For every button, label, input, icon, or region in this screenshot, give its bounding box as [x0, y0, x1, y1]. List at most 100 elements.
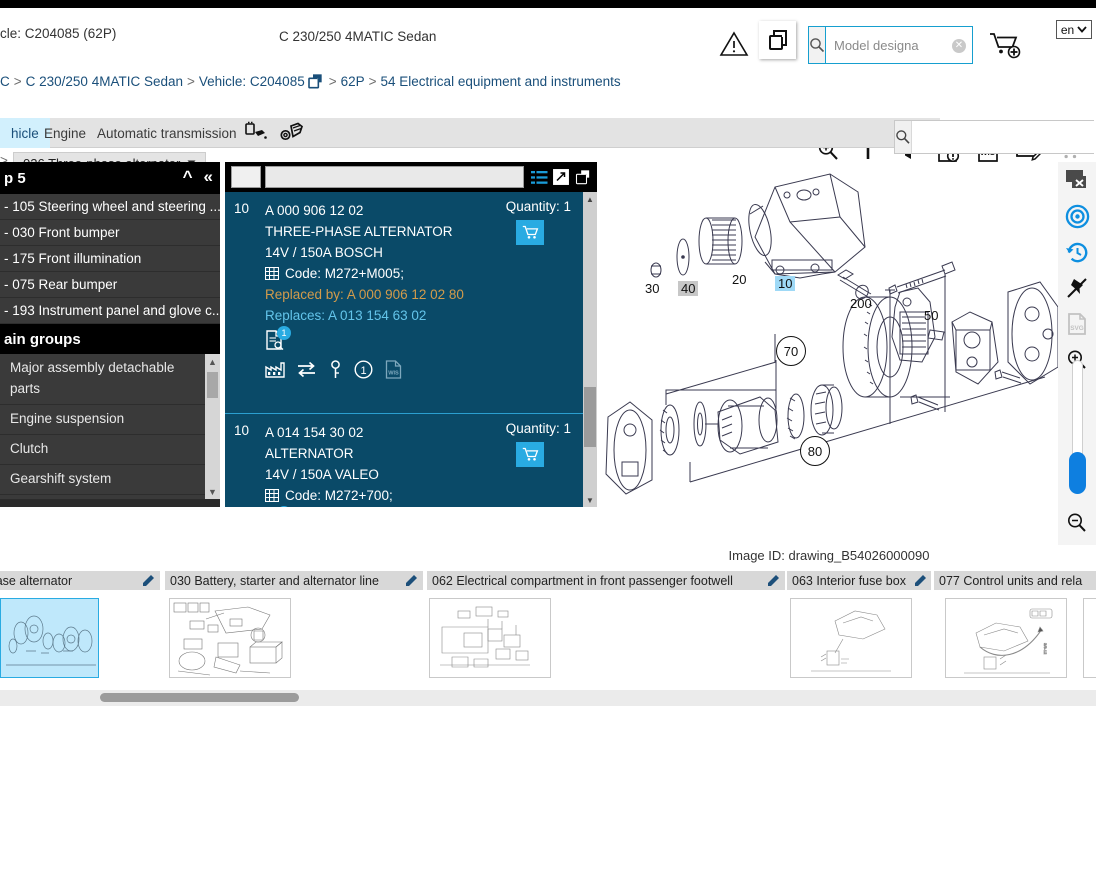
language-selector[interactable]: en [1056, 20, 1092, 39]
hotspot-200[interactable]: 200 [850, 296, 872, 311]
part-replaced-by[interactable]: Replaced by: A 000 906 12 02 80 [265, 284, 597, 305]
scroll-up-icon[interactable]: ▲ [205, 354, 220, 369]
part-document-icon[interactable]: 1 [265, 326, 291, 352]
close-window-icon[interactable] [1058, 162, 1096, 198]
part-item-0[interactable]: 10 A 000 906 12 02 THREE-PHASE ALTERNATO… [225, 192, 597, 414]
thumbnail-image[interactable] [0, 598, 99, 678]
svg-icon[interactable]: SVG [1058, 306, 1096, 342]
part-replaces[interactable]: Replaces: A 013 154 63 02 [265, 305, 597, 326]
add-to-cart-button[interactable] [516, 220, 544, 245]
hotspot-10[interactable]: 10 [775, 276, 796, 291]
thumbnail-label[interactable]: 062 Electrical compartment in front pass… [427, 571, 785, 590]
sidebar-item-0[interactable]: - 105 Steering wheel and steering ... [0, 194, 220, 220]
warning-icon[interactable] [719, 30, 749, 58]
breadcrumb-item-2[interactable]: Vehicle: C204085 [199, 74, 305, 89]
thumbnail-image[interactable] [429, 598, 551, 678]
copy-button[interactable] [759, 21, 796, 59]
history-icon[interactable] [1058, 234, 1096, 270]
thumbnail-label[interactable]: 030 Battery, starter and alternator line [165, 571, 423, 590]
thumbnail-image[interactable]: 3/8-12 [945, 598, 1067, 678]
collapse-up-icon[interactable]: ^ [183, 164, 193, 190]
hotspot-80[interactable]: 80 [800, 436, 830, 466]
thumbnail-scrollbar-thumb[interactable] [100, 693, 299, 702]
scroll-up-icon[interactable]: ▲ [583, 192, 597, 206]
sidebar-item-2[interactable]: - 175 Front illumination [0, 246, 220, 272]
thumbnail-label[interactable]: 063 Interior fuse box [787, 571, 931, 590]
hotspot-50[interactable]: 50 [924, 308, 938, 323]
fastener-icon[interactable] [280, 121, 308, 145]
edit-icon[interactable] [914, 574, 927, 587]
scrollbar-thumb[interactable] [207, 372, 218, 398]
scroll-down-icon[interactable]: ▼ [205, 484, 220, 499]
hotspot-20[interactable]: 20 [732, 272, 746, 287]
info-circle-icon[interactable]: 1 [354, 360, 373, 379]
unpin-icon[interactable] [1058, 270, 1096, 306]
copy-icon[interactable] [574, 169, 591, 185]
collapse-left-icon[interactable]: « [204, 164, 213, 190]
thumbnail-image[interactable] [169, 598, 291, 678]
hotspot-70[interactable]: 70 [776, 336, 806, 366]
parts-filter-input[interactable] [265, 166, 524, 188]
zoom-out-icon[interactable] [1058, 505, 1096, 541]
sidebar-item-3[interactable]: - 075 Rear bumper [0, 272, 220, 298]
thumbnail-label[interactable]: Three-phase alternator [0, 571, 160, 590]
exchange-icon[interactable] [297, 361, 316, 378]
sidebar-group-3[interactable]: Gearshift system [0, 464, 220, 495]
zoom-slider-thumb[interactable] [1069, 452, 1086, 494]
add-to-cart-icon[interactable] [988, 30, 1022, 60]
hotspot-30[interactable]: 30 [645, 281, 659, 296]
sidebar-scrollbar[interactable]: ▲ ▼ [205, 354, 220, 499]
app-header: cle: C204085 (62P) C 230/250 4MATIC Seda… [0, 8, 1096, 64]
hotspot-40[interactable]: 40 [678, 281, 699, 296]
model-search-input[interactable] [826, 27, 1012, 63]
edit-icon[interactable] [767, 574, 780, 587]
thumbnail-image[interactable] [790, 598, 912, 678]
edit-icon[interactable] [405, 574, 418, 587]
key-icon[interactable] [328, 360, 342, 379]
breadcrumb-item-0[interactable]: C [0, 74, 10, 89]
part-item-1[interactable]: 10 A 014 154 30 02 ALTERNATOR 14V / 150A… [225, 414, 597, 507]
sidebar-group-0[interactable]: Major assembly detachable parts [0, 354, 220, 405]
parts-scrollbar[interactable]: ▲ ▼ [583, 192, 597, 507]
edit-icon[interactable] [142, 574, 155, 587]
factory-icon[interactable] [265, 361, 285, 378]
thumbnail-3[interactable]: 063 Interior fuse box [787, 571, 931, 681]
breadcrumb-item-4[interactable]: 54 Electrical equipment and instruments [381, 74, 621, 89]
target-icon[interactable] [1058, 198, 1096, 234]
search-icon[interactable] [809, 27, 826, 63]
thumbnail-2[interactable]: 062 Electrical compartment in front pass… [427, 571, 785, 681]
tab-automatic-transmission[interactable]: Automatic transmission [86, 118, 248, 148]
sidebar-group-4[interactable]: Automatic MB transmission [0, 494, 220, 499]
drawing-viewer[interactable]: 30 40 20 10 200 50 60 70 80 SVG [600, 162, 1096, 545]
wis-icon[interactable]: WIS [385, 360, 402, 379]
sidebar: p 5 ^ « - 105 Steering wheel and steerin… [0, 162, 220, 507]
list-view-icon[interactable] [531, 170, 548, 185]
thumbnail-5[interactable] [1083, 571, 1096, 681]
thumbnail-0[interactable]: Three-phase alternator [0, 571, 160, 681]
sidebar-item-4[interactable]: - 193 Instrument panel and glove c... [0, 298, 220, 324]
copy-icon[interactable] [307, 73, 323, 89]
breadcrumb-item-3[interactable]: 62P [341, 74, 365, 89]
thumbnail-4[interactable]: 077 Control units and rela 3/8-12 [934, 571, 1096, 681]
scrollbar-thumb[interactable] [584, 387, 596, 447]
sidebar-item-1[interactable]: - 030 Front bumper [0, 220, 220, 246]
search-icon[interactable] [895, 121, 912, 153]
thumbnail-label-text: 030 Battery, starter and alternator line [170, 573, 379, 588]
sidebar-group-1[interactable]: Engine suspension [0, 404, 220, 435]
document-count-badge: 1 [277, 506, 291, 507]
scroll-down-icon[interactable]: ▼ [583, 493, 597, 507]
parts-search-input[interactable] [912, 121, 1096, 153]
clear-icon[interactable]: ✕ [952, 39, 966, 53]
parts-filter-box[interactable] [231, 166, 261, 188]
add-to-cart-button[interactable] [516, 442, 544, 467]
thumbnail-label[interactable]: 077 Control units and rela [934, 571, 1096, 590]
exploded-diagram[interactable] [600, 162, 1060, 545]
sidebar-group-2[interactable]: Clutch [0, 434, 220, 465]
fluid-icon[interactable] [243, 121, 269, 145]
breadcrumb: C > C 230/250 4MATIC Sedan > Vehicle: C20408… [0, 73, 621, 89]
thumbnail-1[interactable]: 030 Battery, starter and alternator line [165, 571, 423, 681]
part-position: 10 [234, 423, 250, 438]
thumbnail-image[interactable] [1083, 598, 1096, 678]
breadcrumb-item-1[interactable]: C 230/250 4MATIC Sedan [26, 74, 183, 89]
expand-icon[interactable] [553, 169, 569, 185]
